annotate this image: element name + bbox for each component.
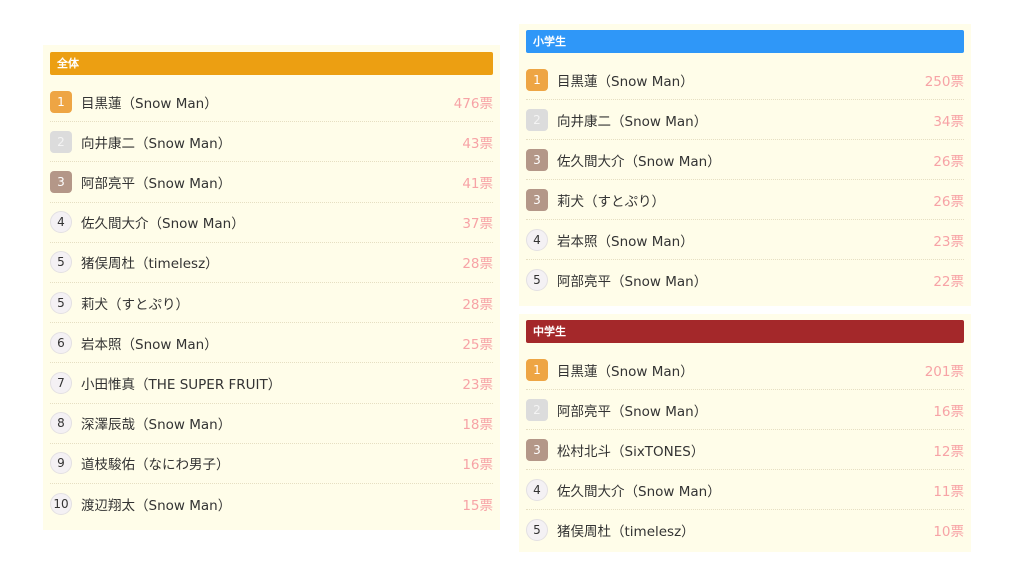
candidate-name: 目黒蓮（Snow Man） [557,363,694,380]
candidate-name: 目黒蓮（Snow Man） [557,73,694,90]
ranking-list-junior: 1 目黒蓮（Snow Man） 201票 2 阿部亮平（Snow Man） 16票 3 松村北… [526,350,964,550]
ranking-row: 1 目黒蓮（Snow Man） 201票 [526,350,964,390]
ranking-row: 1 目黒蓮（Snow Man） 476票 [50,82,493,123]
panel-header-elementary: 小学生 [526,30,964,53]
candidate-name: 向井康二（Snow Man） [557,113,708,130]
candidate-name: 向井康二（Snow Man） [81,135,232,152]
ranking-row: 4 佐久間大介（Snow Man） 37票 [50,203,493,243]
ranking-list-elementary: 1 目黒蓮（Snow Man） 250票 2 向井康二（Snow Man） 34票 3 佐久間… [526,60,964,300]
rank-badge: 5 [50,291,72,314]
rank-badge: 5 [526,269,548,291]
vote-count: 23票 [462,376,493,393]
silver-medal-icon: 2 [526,108,548,131]
ranking-row: 10 渡辺翔太（Snow Man） 15票 [50,484,493,524]
rank-badge: 5 [526,519,548,541]
bronze-medal-icon: 3 [526,438,548,461]
rank-badge: 7 [50,371,72,394]
ranking-row: 3 莉犬（すとぷり） 26票 [526,180,964,220]
gold-medal-icon: 1 [50,90,72,113]
candidate-name: 佐久間大介（Snow Man） [557,483,721,500]
candidate-name: 佐久間大介（Snow Man） [81,216,245,233]
candidate-name: 阿部亮平（Snow Man） [81,175,232,192]
bronze-medal-icon: 3 [526,148,548,171]
vote-count: 23票 [933,233,964,250]
ranking-row: 6 岩本照（Snow Man） 25票 [50,323,493,364]
vote-count: 43票 [462,135,493,152]
candidate-name: 岩本照（Snow Man） [557,233,694,250]
candidate-name: 松村北斗（SixTONES） [557,443,705,460]
gold-medal-icon: 1 [526,358,548,381]
ranking-row: 1 目黒蓮（Snow Man） 250票 [526,60,964,100]
vote-count: 41票 [462,175,493,192]
rank-badge: 4 [50,211,72,234]
silver-medal-icon: 2 [50,130,72,153]
ranking-row: 3 佐久間大介（Snow Man） 26票 [526,140,964,180]
candidate-name: 小田惟真（THE SUPER FRUIT） [81,376,282,393]
candidate-name: 阿部亮平（Snow Man） [557,274,708,290]
vote-count: 16票 [462,457,493,474]
candidate-name: 岩本照（Snow Man） [81,336,218,353]
vote-count: 18票 [462,417,493,434]
ranking-row: 5 猪俣周杜（timelesz） 10票 [526,510,964,550]
rank-badge: 8 [50,412,72,435]
ranking-row: 3 阿部亮平（Snow Man） 41票 [50,162,493,203]
rank-badge: 9 [50,452,72,475]
vote-count: 201票 [924,363,964,380]
candidate-name: 渡辺翔太（Snow Man） [81,497,232,514]
vote-count: 28票 [462,256,493,273]
ranking-panel-all: 全体 1 目黒蓮（Snow Man） 476票 2 向井康二（Snow Man） 43票 3… [43,45,500,530]
rank-badge: 6 [50,331,72,354]
rank-badge: 5 [50,251,72,274]
vote-count: 10票 [933,524,964,540]
panel-header-junior: 中学生 [526,320,964,343]
bronze-medal-icon: 3 [50,170,72,193]
ranking-panel-elementary: 小学生 1 目黒蓮（Snow Man） 250票 2 向井康二（Snow Man） 34票… [519,24,971,306]
ranking-row: 2 向井康二（Snow Man） 34票 [526,100,964,140]
rank-badge: 4 [526,478,548,501]
ranking-row: 3 松村北斗（SixTONES） 12票 [526,430,964,470]
vote-count: 11票 [933,483,964,500]
silver-medal-icon: 2 [526,398,548,421]
vote-count: 26票 [933,153,964,170]
ranking-row: 7 小田惟真（THE SUPER FRUIT） 23票 [50,363,493,404]
vote-count: 16票 [933,403,964,420]
ranking-row: 2 向井康二（Snow Man） 43票 [50,122,493,163]
candidate-name: 佐久間大介（Snow Man） [557,153,721,170]
ranking-row: 9 道枝駿佑（なにわ男子） 16票 [50,444,493,484]
vote-count: 476票 [453,95,493,112]
vote-count: 28票 [462,296,493,313]
vote-count: 22票 [933,274,964,290]
ranking-row: 4 佐久間大介（Snow Man） 11票 [526,470,964,510]
candidate-name: 猪俣周杜（timelesz） [557,524,695,540]
candidate-name: 目黒蓮（Snow Man） [81,95,218,112]
ranking-row: 5 猪俣周杜（timelesz） 28票 [50,243,493,283]
candidate-name: 莉犬（すとぷり） [81,296,189,313]
bronze-medal-icon: 3 [526,188,548,211]
candidate-name: 猪俣周杜（timelesz） [81,256,219,273]
candidate-name: 道枝駿佑（なにわ男子） [81,457,230,474]
candidate-name: 莉犬（すとぷり） [557,193,665,210]
vote-count: 15票 [462,497,493,514]
ranking-list-all: 1 目黒蓮（Snow Man） 476票 2 向井康二（Snow Man） 43票 3 阿部亮… [50,82,493,524]
ranking-row: 8 深澤辰哉（Snow Man） 18票 [50,404,493,444]
vote-count: 250票 [924,73,964,90]
gold-medal-icon: 1 [526,68,548,91]
ranking-row: 5 阿部亮平（Snow Man） 22票 [526,260,964,300]
vote-count: 12票 [933,443,964,460]
candidate-name: 阿部亮平（Snow Man） [557,403,708,420]
ranking-row: 2 阿部亮平（Snow Man） 16票 [526,390,964,430]
ranking-panel-junior: 中学生 1 目黒蓮（Snow Man） 201票 2 阿部亮平（Snow Man） 16票… [519,314,971,552]
rank-badge: 10 [50,492,72,515]
rank-badge: 4 [526,228,548,251]
vote-count: 25票 [462,336,493,353]
ranking-row: 4 岩本照（Snow Man） 23票 [526,220,964,260]
ranking-row: 5 莉犬（すとぷり） 28票 [50,283,493,324]
candidate-name: 深澤辰哉（Snow Man） [81,417,232,434]
vote-count: 37票 [462,216,493,233]
vote-count: 26票 [933,193,964,210]
panel-header-all: 全体 [50,52,493,75]
vote-count: 34票 [933,113,964,130]
